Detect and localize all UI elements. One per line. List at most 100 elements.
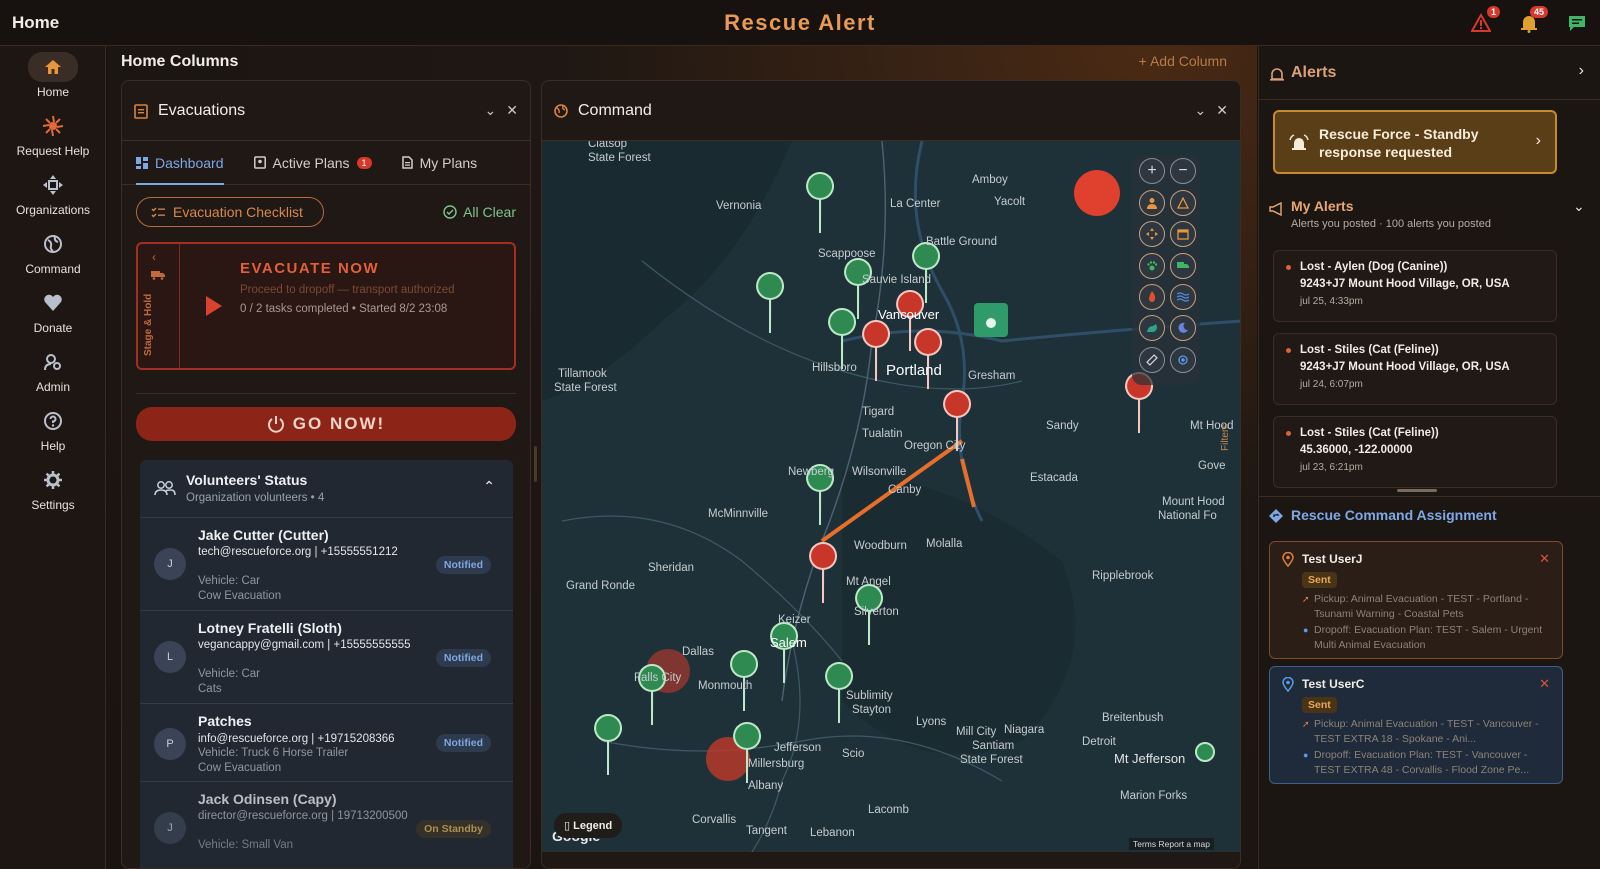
evacuation-tabs: Dashboard Active Plans 1 My Plans xyxy=(122,141,530,185)
svg-text:Niagara: Niagara xyxy=(1004,724,1045,736)
filters-tab[interactable]: Filters xyxy=(1220,424,1231,451)
header-actions: 1 45 xyxy=(1468,6,1590,36)
calendar-icon[interactable] xyxy=(1170,221,1196,247)
alert-card[interactable]: Lost - Aylen (Dog (Canine)) 9243+J7 Moun… xyxy=(1273,250,1557,322)
play-icon[interactable] xyxy=(206,296,222,316)
alert-card[interactable]: Lost - Stiles (Cat (Feline)) 45.36000, -… xyxy=(1273,416,1557,488)
sidebar-item-request-help[interactable]: Request Help xyxy=(0,111,106,167)
water-icon[interactable] xyxy=(1170,284,1196,310)
tab-dashboard[interactable]: Dashboard xyxy=(136,141,224,185)
person-icon[interactable] xyxy=(1139,190,1165,216)
zoom-out-icon[interactable]: − xyxy=(1170,158,1196,184)
tab-active-plans[interactable]: Active Plans 1 xyxy=(253,141,372,185)
alert-card[interactable]: Lost - Stiles (Cat (Feline)) 9243+J7 Mou… xyxy=(1273,333,1557,405)
warning-icon[interactable]: 1 xyxy=(1468,6,1500,36)
close-icon[interactable]: ✕ xyxy=(506,102,518,119)
paw-icon[interactable] xyxy=(1139,253,1165,279)
list-item[interactable]: L Lotney Fratelli (Sloth) vegancappy@gma… xyxy=(140,611,513,704)
resize-handle[interactable] xyxy=(1397,489,1437,492)
home-title[interactable]: Home xyxy=(12,13,59,33)
volunteer-contact: info@rescueforce.org | +19715208366 xyxy=(198,733,395,745)
chevron-down-icon[interactable]: ⌄ xyxy=(1573,198,1585,215)
dropoff-icon: ● xyxy=(1303,750,1309,760)
alert-title: Lost - Aylen (Dog (Canine)) xyxy=(1300,261,1448,273)
volunteer-vehicle: Vehicle: Truck 6 Horse Trailer xyxy=(198,747,349,759)
checklist-icon xyxy=(151,207,165,218)
column-resize-handle[interactable] xyxy=(534,446,537,482)
list-item[interactable]: J Jack Odinsen (Capy) director@rescuefor… xyxy=(140,782,513,868)
column-title: Command xyxy=(578,101,652,119)
sidebar-item-organizations[interactable]: Organizations xyxy=(0,170,106,226)
divider xyxy=(136,393,516,394)
svg-text:Oregon City: Oregon City xyxy=(904,440,966,452)
status-badge: Notified xyxy=(435,734,491,752)
standby-banner[interactable]: Rescue Force - Standby response requeste… xyxy=(1273,110,1557,174)
list-item[interactable]: P Patches info@rescueforce.org | +197152… xyxy=(140,704,513,782)
map-footer[interactable]: Terms Report a map xyxy=(1129,838,1214,850)
alerts-title: Alerts xyxy=(1291,64,1337,81)
avatar: J xyxy=(154,812,186,844)
all-clear-label: All Clear xyxy=(463,204,516,220)
command-map[interactable]: Clatsop State Forest Vernonia Scappoose L… xyxy=(542,141,1240,852)
sidebar-item-command[interactable]: Command xyxy=(0,229,106,285)
svg-text:Scio: Scio xyxy=(842,748,864,760)
chevron-down-icon[interactable]: ⌄ xyxy=(485,102,497,119)
fire-icon[interactable] xyxy=(1139,284,1165,310)
moon-icon[interactable] xyxy=(1170,315,1196,341)
evacuate-now-subtitle: Proceed to dropoff — transport authorize… xyxy=(240,284,455,296)
truck-icon[interactable] xyxy=(1170,253,1196,279)
go-now-button[interactable]: GO NOW! xyxy=(136,407,516,441)
chevron-right-icon[interactable]: › xyxy=(1579,62,1584,80)
svg-text:McMinnville: McMinnville xyxy=(708,508,768,520)
svg-text:Sandy: Sandy xyxy=(1046,420,1079,432)
pickup-icon: ➚ xyxy=(1302,594,1310,604)
legend-button[interactable]: ▯ Legend xyxy=(554,813,623,838)
alert-time: jul 25, 4:33pm xyxy=(1300,296,1363,307)
assignment-card[interactable]: Test UserC Sent ➚ Pickup: Animal Evacuat… xyxy=(1269,666,1563,784)
svg-text:Ripplebrook: Ripplebrook xyxy=(1092,570,1154,582)
svg-text:Corvallis: Corvallis xyxy=(692,814,736,826)
chat-icon[interactable] xyxy=(1564,10,1590,36)
my-alerts-subtitle: Alerts you posted · 100 alerts you poste… xyxy=(1291,218,1491,230)
sidebar-item-home[interactable]: Home xyxy=(0,52,106,108)
status-badge: Notified xyxy=(435,556,491,574)
warning-icon[interactable] xyxy=(1170,190,1196,216)
list-item[interactable]: J Jake Cutter (Cutter) tech@rescueforce.… xyxy=(140,518,513,611)
sidebar-item-admin[interactable]: Admin xyxy=(0,347,106,403)
home-icon xyxy=(28,52,78,82)
locate-icon[interactable] xyxy=(1170,347,1196,373)
close-icon[interactable]: ✕ xyxy=(1216,102,1228,119)
volunteers-header[interactable]: Volunteers' Status Organization voluntee… xyxy=(140,460,513,518)
evacuate-now-card[interactable]: ‹ Stage & Hold EVACUATE NOW Proceed to d… xyxy=(136,242,516,370)
organizations-icon[interactable] xyxy=(1139,221,1165,247)
volunteer-contact: vegancappy@gmail.com | +15555555555 xyxy=(198,639,411,651)
chevron-up-icon[interactable]: ⌃ xyxy=(483,478,495,495)
assignment-card[interactable]: Test UserJ Sent ➚ Pickup: Animal Evacuat… xyxy=(1269,541,1563,659)
svg-text:Sheridan: Sheridan xyxy=(648,562,694,574)
check-circle-icon xyxy=(443,205,457,219)
animal-icon[interactable] xyxy=(1139,315,1165,341)
zoom-in-icon[interactable]: + xyxy=(1139,158,1165,184)
sidebar-item-settings[interactable]: Settings xyxy=(0,465,106,521)
alerts-header[interactable]: Alerts › xyxy=(1259,46,1600,100)
svg-text:Hillsboro: Hillsboro xyxy=(812,362,857,374)
alert-dot xyxy=(1286,265,1291,270)
alert-dot xyxy=(1286,348,1291,353)
bell-icon[interactable]: 45 xyxy=(1516,6,1548,36)
column-header: Evacuations ⌄ ✕ xyxy=(122,81,530,141)
chevron-down-icon[interactable]: ⌄ xyxy=(1195,102,1207,119)
all-clear-status: All Clear xyxy=(443,204,516,220)
gear-icon xyxy=(28,465,78,495)
sidebar-item-help[interactable]: Help xyxy=(0,406,106,462)
chevron-left-icon[interactable]: ‹ xyxy=(152,250,156,264)
sidebar-item-donate[interactable]: Donate xyxy=(0,288,106,344)
ruler-icon[interactable] xyxy=(1139,347,1165,373)
evacuate-now-title: EVACUATE NOW xyxy=(240,260,380,277)
tab-my-plans[interactable]: My Plans xyxy=(401,141,477,185)
close-icon[interactable]: ✕ xyxy=(1539,551,1550,567)
evacuation-checklist-button[interactable]: Evacuation Checklist xyxy=(136,197,324,227)
tab-label: Dashboard xyxy=(155,154,224,171)
add-column-button[interactable]: + Add Column xyxy=(1139,53,1227,69)
svg-text:Breitenbush: Breitenbush xyxy=(1102,712,1163,724)
close-icon[interactable]: ✕ xyxy=(1539,676,1550,692)
